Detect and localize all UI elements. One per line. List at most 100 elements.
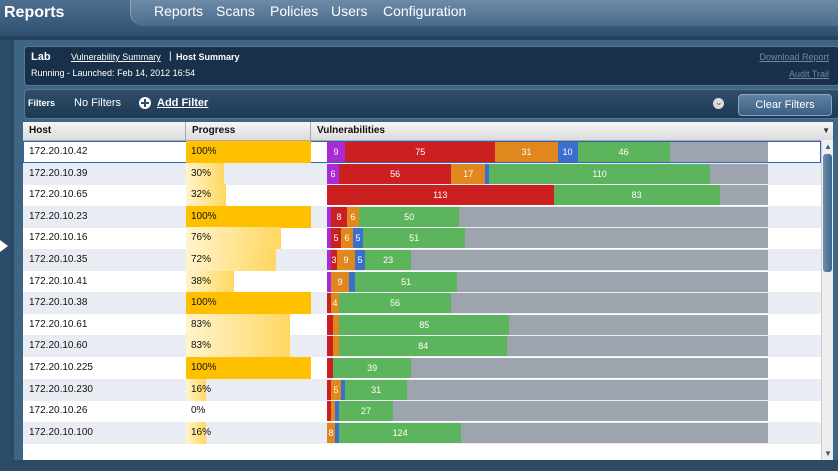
high-segment[interactable]: 17 xyxy=(451,163,486,184)
host-cell[interactable]: 172.20.10.65 xyxy=(29,189,87,200)
critical-segment[interactable]: 113 xyxy=(327,185,554,206)
column-host[interactable]: Host xyxy=(23,122,186,140)
low-segment[interactable]: 83 xyxy=(553,185,720,206)
scan-status: Running - Launched: Feb 14, 2012 16:54 xyxy=(31,68,196,78)
table-row[interactable]: 172.20.10.23 100% 8 6 50 xyxy=(23,205,821,228)
high-segment[interactable]: 9 xyxy=(337,250,356,270)
info-segment[interactable]: 9 xyxy=(327,142,346,162)
main-nav: Reports Scans Policies Users Configurati… xyxy=(130,0,838,26)
low-segment[interactable]: 124 xyxy=(339,422,462,443)
medium-segment[interactable]: 5 xyxy=(355,250,366,270)
host-cell[interactable]: 172.20.10.42 xyxy=(29,146,87,157)
host-cell[interactable]: 172.20.10.100 xyxy=(29,427,93,438)
medium-segment[interactable]: 5 xyxy=(353,228,364,249)
vulnerability-bar[interactable]: 3 9 5 23 xyxy=(327,250,768,270)
low-segment[interactable]: 56 xyxy=(339,293,452,314)
nav-policies[interactable]: Policies xyxy=(270,3,318,19)
add-filter-icon[interactable] xyxy=(139,97,151,109)
low-segment[interactable]: 110 xyxy=(489,163,710,184)
critical-segment[interactable]: 5 xyxy=(331,228,342,249)
host-cell[interactable]: 172.20.10.225 xyxy=(29,362,93,373)
table-row[interactable]: 172.20.10.41 38% 9 51 xyxy=(23,270,821,293)
high-segment[interactable]: 6 xyxy=(341,228,354,249)
host-cell[interactable]: 172.20.10.230 xyxy=(29,384,93,395)
vulnerability-bar[interactable]: 39 xyxy=(327,358,768,378)
table-row[interactable]: 172.20.10.60 83% 84 xyxy=(23,335,821,358)
critical-segment[interactable]: 56 xyxy=(339,163,452,184)
low-segment[interactable]: 84 xyxy=(339,336,508,357)
vulnerability-bar[interactable]: 8 124 xyxy=(327,422,768,443)
chevron-down-icon[interactable]: ⌄ xyxy=(713,97,724,109)
table-row[interactable]: 172.20.10.65 32% 113 83 xyxy=(23,184,821,207)
vertical-scrollbar[interactable]: ▲ ▼ xyxy=(821,140,833,460)
low-segment[interactable]: 39 xyxy=(333,358,412,378)
table-row[interactable]: 172.20.10.230 16% 5 31 xyxy=(23,378,821,401)
nav-users[interactable]: Users xyxy=(331,3,368,19)
table-row[interactable]: 172.20.10.26 0% 27 xyxy=(23,400,821,422)
host-cell[interactable]: 172.20.10.61 xyxy=(29,319,87,330)
host-cell[interactable]: 172.20.10.26 xyxy=(29,405,87,416)
table-row[interactable]: 172.20.10.35 72% 3 9 5 23 xyxy=(23,249,821,271)
collapse-arrow-icon[interactable] xyxy=(0,240,8,252)
vulnerability-bar[interactable]: 27 xyxy=(327,401,768,422)
low-segment[interactable]: 46 xyxy=(577,142,670,162)
info-segment[interactable]: 6 xyxy=(327,163,340,184)
low-segment[interactable]: 50 xyxy=(359,206,460,227)
nav-scans[interactable]: Scans xyxy=(216,3,255,19)
scroll-thumb[interactable] xyxy=(823,154,832,272)
add-filter-link[interactable]: Add Filter xyxy=(157,97,208,109)
low-segment[interactable]: 51 xyxy=(363,228,466,249)
vulnerability-bar[interactable]: 8 6 50 xyxy=(327,206,768,227)
vulnerability-bar[interactable]: 9 51 xyxy=(327,271,768,292)
high-segment[interactable]: 4 xyxy=(331,293,340,314)
column-vulnerabilities[interactable]: Vulnerabilities xyxy=(311,122,833,140)
host-cell[interactable]: 172.20.10.60 xyxy=(29,340,87,351)
clear-filters-button[interactable]: Clear Filters xyxy=(738,94,832,116)
critical-segment[interactable]: 75 xyxy=(345,142,496,162)
table-row[interactable]: 172.20.10.39 30% 6 56 17 110 xyxy=(23,162,821,185)
sort-arrow-icon[interactable]: ▼ xyxy=(822,126,830,135)
vulnerability-bar[interactable]: 84 xyxy=(327,336,768,357)
low-segment[interactable]: 31 xyxy=(345,379,408,400)
high-segment[interactable]: 31 xyxy=(495,142,558,162)
host-cell[interactable]: 172.20.10.38 xyxy=(29,297,87,308)
vulnerability-bar[interactable]: 9 75 31 10 46 xyxy=(327,142,768,162)
vulnerability-bar[interactable]: 5 31 xyxy=(327,379,768,400)
scroll-up-icon[interactable]: ▲ xyxy=(824,142,832,151)
breadcrumb-host-summary: Host Summary xyxy=(176,52,240,62)
host-cell[interactable]: 172.20.10.16 xyxy=(29,232,87,243)
download-report-link[interactable]: Download Report xyxy=(759,52,829,62)
low-segment[interactable]: 85 xyxy=(339,314,510,335)
host-cell[interactable]: 172.20.10.23 xyxy=(29,211,87,222)
nav-reports[interactable]: Reports xyxy=(154,3,203,19)
column-progress[interactable]: Progress xyxy=(186,122,311,140)
host-cell[interactable]: 172.20.10.35 xyxy=(29,254,87,265)
nav-configuration[interactable]: Configuration xyxy=(383,3,466,19)
medium-segment[interactable]: 10 xyxy=(557,142,578,162)
table-row[interactable]: 172.20.10.61 83% 85 xyxy=(23,313,821,336)
vulnerability-bar[interactable]: 113 83 xyxy=(327,185,768,206)
high-segment[interactable]: 8 xyxy=(327,422,336,443)
low-segment[interactable]: 51 xyxy=(355,271,458,292)
host-cell[interactable]: 172.20.10.39 xyxy=(29,168,87,179)
breadcrumb-vulnerability-summary[interactable]: Vulnerability Summary xyxy=(71,52,161,62)
scroll-down-icon[interactable]: ▼ xyxy=(824,449,832,458)
table-row[interactable]: 172.20.10.16 76% 5 6 5 51 xyxy=(23,227,821,250)
host-cell[interactable]: 172.20.10.41 xyxy=(29,276,87,287)
table-row[interactable]: 172.20.10.42 100% 9 75 31 10 46 xyxy=(23,141,821,163)
progress-cell: 32% xyxy=(186,184,311,207)
audit-trail-link[interactable]: Audit Trail xyxy=(789,69,829,79)
table-row[interactable]: 172.20.10.100 16% 8 124 xyxy=(23,421,821,444)
low-segment[interactable]: 27 xyxy=(339,401,394,422)
table-row[interactable]: 172.20.10.225 100% 39 xyxy=(23,357,821,379)
high-segment[interactable]: 6 xyxy=(347,206,360,227)
vulnerability-bar[interactable]: 85 xyxy=(327,314,768,335)
vulnerability-bar[interactable]: 4 56 xyxy=(327,293,768,314)
table-row[interactable]: 172.20.10.38 100% 4 56 xyxy=(23,292,821,315)
vulnerability-bar[interactable]: 5 6 5 51 xyxy=(327,228,768,249)
high-segment[interactable]: 9 xyxy=(331,271,350,292)
critical-segment[interactable]: 8 xyxy=(331,206,348,227)
vulnerability-bar[interactable]: 6 56 17 110 xyxy=(327,163,768,184)
high-segment[interactable]: 5 xyxy=(331,379,342,400)
low-segment[interactable]: 23 xyxy=(365,250,412,270)
